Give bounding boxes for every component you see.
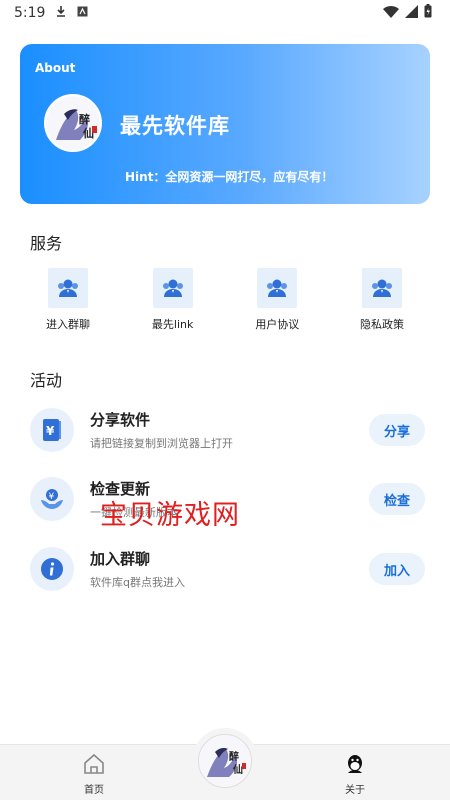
about-label: About: [35, 61, 76, 75]
svg-text:醉: 醉: [229, 750, 239, 763]
yuan-book-icon: ¥: [30, 408, 74, 452]
svg-text:¥: ¥: [49, 492, 55, 502]
users-icon: [361, 268, 402, 308]
center-avatar-button[interactable]: 醉 仙: [192, 728, 258, 794]
svg-text:¥: ¥: [46, 424, 55, 438]
qq-penguin-icon: [344, 753, 366, 778]
service-label: 隐私政策: [359, 318, 404, 331]
status-bar: 5:19: [0, 0, 450, 26]
users-icon: [257, 268, 298, 308]
tab-about-label: 关于: [345, 785, 365, 796]
center-avatar-image: 醉 仙: [198, 734, 252, 788]
service-label: 最先link: [151, 318, 194, 331]
service-label: 进入群聊: [46, 318, 90, 331]
service-privacy-policy[interactable]: 隐私政策: [340, 268, 424, 332]
svg-text:仙: 仙: [233, 763, 243, 776]
wifi-icon: [383, 5, 399, 22]
activities-title: 活动: [30, 371, 63, 390]
activity-title: 分享软件: [90, 411, 151, 429]
users-icon: [152, 268, 193, 308]
activity-join-group: 加入群聊 软件库q群点我进入 加入: [30, 545, 425, 593]
services-grid: 进入群聊 最先link 用户协议 隐私政策: [20, 268, 430, 332]
info-icon: [30, 547, 74, 591]
services-title: 服务: [30, 234, 63, 253]
activity-subtitle: 软件库q群点我进入: [90, 576, 185, 589]
hint-text: Hint：全网资源一网打尽，应有尽有！: [125, 170, 334, 184]
status-time: 5:19: [14, 5, 46, 21]
tab-home[interactable]: 首页: [64, 753, 124, 796]
app-notification-icon: [77, 5, 88, 21]
activity-title: 加入群聊: [90, 550, 151, 568]
battery-icon: [424, 4, 432, 22]
signal-icon: [405, 4, 418, 22]
watermark-text: 宝贝游戏网: [100, 500, 240, 531]
download-icon: [55, 5, 67, 21]
app-title: 最先软件库: [120, 114, 230, 138]
service-join-group[interactable]: 进入群聊: [26, 268, 110, 332]
users-icon: [48, 268, 88, 308]
share-button[interactable]: 分享: [369, 414, 425, 446]
home-icon: [83, 753, 105, 778]
tab-about[interactable]: 关于: [325, 753, 385, 796]
join-button[interactable]: 加入: [369, 553, 425, 585]
activity-subtitle: 请把链接复制到浏览器上打开: [90, 437, 233, 450]
activity-share: ¥ 分享软件 请把链接复制到浏览器上打开 分享: [30, 406, 425, 454]
svg-text:醉: 醉: [79, 112, 90, 126]
tab-home-label: 首页: [84, 785, 104, 796]
coin-hand-icon: ¥: [30, 477, 74, 521]
about-header-card: About 醉 仙 最先软件库 Hint：全网资源一网打尽，应有尽有！: [20, 44, 430, 204]
service-label: 用户协议: [255, 318, 300, 331]
check-button[interactable]: 检查: [369, 483, 425, 515]
service-user-agreement[interactable]: 用户协议: [235, 268, 319, 332]
app-avatar[interactable]: 醉 仙: [44, 94, 102, 152]
service-link[interactable]: 最先link: [131, 268, 215, 332]
